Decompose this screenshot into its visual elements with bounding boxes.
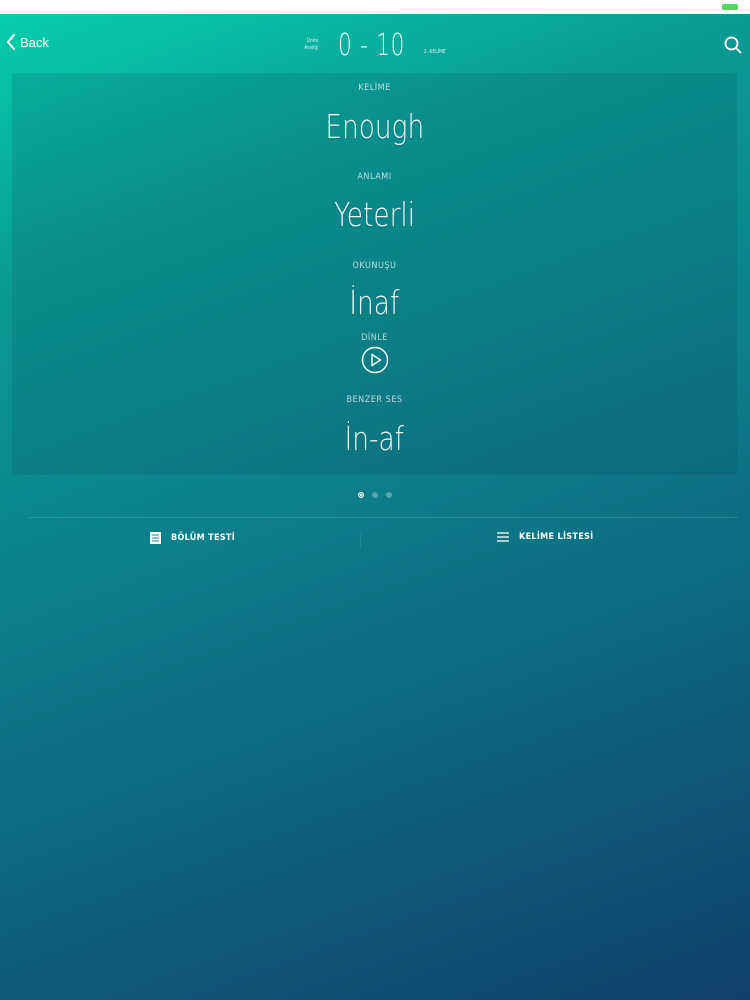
play-button[interactable] xyxy=(361,346,389,374)
battery-icon xyxy=(722,4,738,10)
nav-bar: Back Ünite Aralığı 0 - 10 2. KELİME xyxy=(0,14,750,74)
page-dot[interactable] xyxy=(372,492,378,498)
listen-section: DİNLE xyxy=(12,333,737,343)
word-index: 2. KELİME xyxy=(423,49,446,55)
word-value-row: Enough xyxy=(12,107,737,146)
test-list-icon xyxy=(150,532,161,544)
pronunciation-value: İnaf xyxy=(349,283,400,322)
word-section: KELİME xyxy=(12,83,737,93)
unit-range: Ünite Aralığı 0 - 10 2. KELİME xyxy=(0,28,750,63)
vertical-divider xyxy=(360,534,361,548)
similar-value-row: İn-af xyxy=(12,419,737,458)
play-icon xyxy=(361,346,388,374)
page-indicator xyxy=(0,492,750,498)
meaning-label: ANLAMI xyxy=(357,172,392,182)
pronunciation-label: OKUNUŞU xyxy=(352,261,397,271)
range-caption-bottom: Aralığı xyxy=(304,44,319,51)
menu-icon xyxy=(497,532,509,542)
word-list-button[interactable]: KELİME LİSTESİ xyxy=(497,532,594,542)
pronunciation-value-row: İnaf xyxy=(12,283,737,322)
status-bar xyxy=(0,0,750,14)
similar-section: BENZER SES xyxy=(12,395,737,405)
word-card[interactable]: KELİME Enough ANLAMI Yeterli OKUNUŞU İna… xyxy=(12,73,737,475)
meaning-section: ANLAMI xyxy=(12,172,737,182)
search-icon xyxy=(724,36,742,54)
meaning-value-row: Yeterli xyxy=(12,195,737,234)
word-value: Enough xyxy=(325,107,424,146)
chapter-test-label: BÖLÜM TESTİ xyxy=(171,533,236,543)
listen-label: DİNLE xyxy=(361,333,388,343)
similar-value: İn-af xyxy=(344,419,405,458)
word-label: KELİME xyxy=(358,83,391,93)
play-row xyxy=(12,346,737,378)
pronunciation-section: OKUNUŞU xyxy=(12,261,737,271)
range-caption: Ünite Aralığı xyxy=(304,38,318,52)
divider xyxy=(28,517,738,518)
search-button[interactable] xyxy=(724,36,742,58)
range-value: 0 - 10 xyxy=(337,28,405,63)
word-list-label: KELİME LİSTESİ xyxy=(519,532,594,542)
meaning-value: Yeterli xyxy=(333,195,415,234)
page-dot[interactable] xyxy=(386,492,392,498)
page-dot[interactable] xyxy=(358,492,364,498)
range-caption-top: Ünite xyxy=(306,37,319,44)
similar-label: BENZER SES xyxy=(346,395,403,405)
chapter-test-button[interactable]: BÖLÜM TESTİ xyxy=(150,532,235,544)
